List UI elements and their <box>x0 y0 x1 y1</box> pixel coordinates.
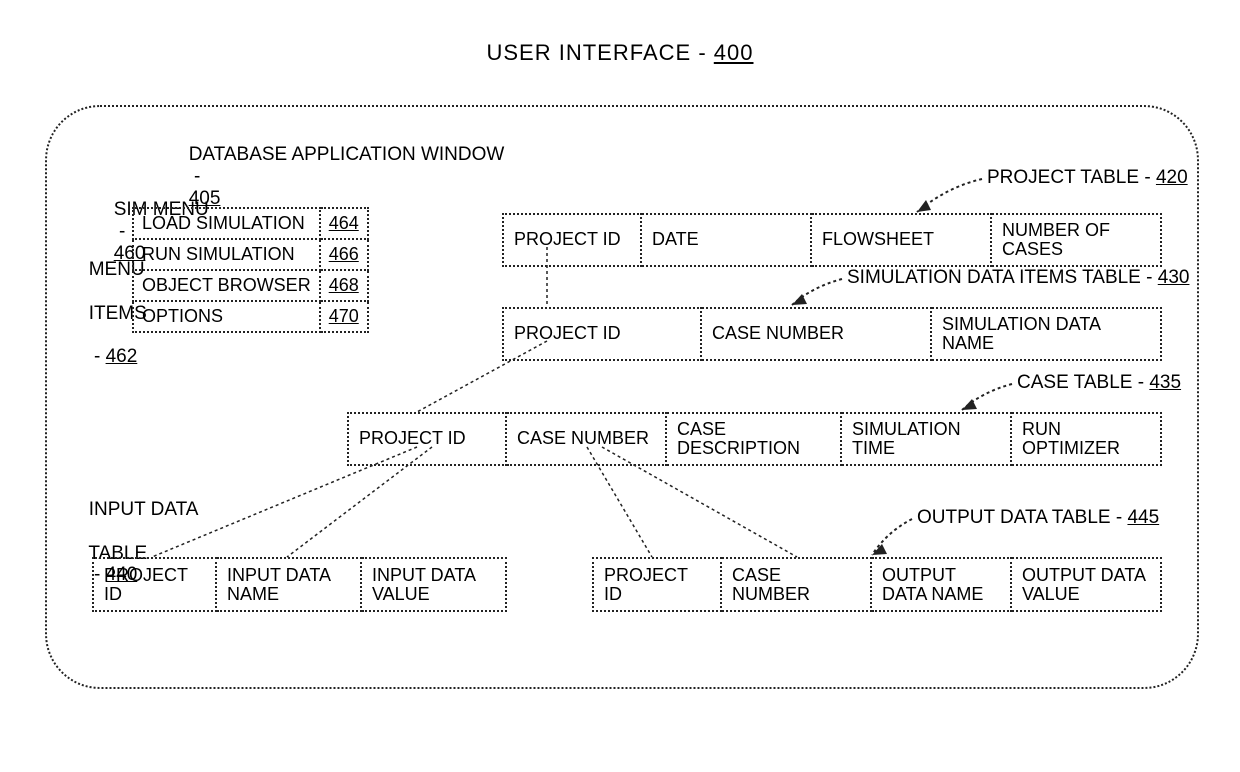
project-table-col: PROJECT ID <box>502 213 642 267</box>
menu-item-object-browser[interactable]: OBJECT BROWSER <box>133 270 320 301</box>
input-data-table-label-l1: INPUT DATA <box>89 499 199 520</box>
menu-item-ref: 466 <box>320 239 368 270</box>
page-title-ref: 400 <box>714 40 754 65</box>
output-data-table-label-text: OUTPUT DATA TABLE <box>917 507 1111 528</box>
project-table-col: DATE <box>642 213 812 267</box>
output-data-col: OUTPUT DATA VALUE <box>1012 557 1162 612</box>
output-data-table-row: PROJECT ID CASE NUMBER OUTPUT DATA NAME … <box>592 557 1162 612</box>
page: USER INTERFACE - 400 DATABASE APPLICATIO… <box>0 0 1240 772</box>
project-table-label-text: PROJECT TABLE <box>987 167 1139 188</box>
case-table-col: CASE DESCRIPTION <box>667 412 842 466</box>
case-table-col: CASE NUMBER <box>507 412 667 466</box>
project-table-label-ref: 420 <box>1156 167 1188 188</box>
sim-menu-table: LOAD SIMULATION 464 RUN SIMULATION 466 O… <box>132 207 369 333</box>
sim-data-items-col: PROJECT ID <box>502 307 702 361</box>
output-data-col: PROJECT ID <box>592 557 722 612</box>
page-title-text: USER INTERFACE <box>487 40 692 65</box>
output-data-col: OUTPUT DATA NAME <box>872 557 1012 612</box>
menu-item-ref: 468 <box>320 270 368 301</box>
output-data-col: CASE NUMBER <box>722 557 872 612</box>
sim-data-items-label-text: SIMULATION DATA ITEMS TABLE <box>847 267 1141 288</box>
sim-data-items-col: CASE NUMBER <box>702 307 932 361</box>
page-title: USER INTERFACE - 400 <box>0 40 1240 66</box>
case-table-row: PROJECT ID CASE NUMBER CASE DESCRIPTION … <box>347 412 1162 466</box>
case-table-col: SIMULATION TIME <box>842 412 1012 466</box>
menu-item-load-simulation[interactable]: LOAD SIMULATION <box>133 208 320 239</box>
sim-data-items-col: SIMULATION DATA NAME <box>932 307 1162 361</box>
sim-data-items-table-row: PROJECT ID CASE NUMBER SIMULATION DATA N… <box>502 307 1162 361</box>
menu-items-label-ref: 462 <box>106 346 138 367</box>
menu-row: OPTIONS 470 <box>133 301 368 332</box>
case-table-label: CASE TABLE - 435 <box>1017 372 1181 394</box>
project-table-label: PROJECT TABLE - 420 <box>987 167 1188 189</box>
project-table-row: PROJECT ID DATE FLOWSHEET NUMBER OF CASE… <box>502 213 1162 267</box>
menu-row: LOAD SIMULATION 464 <box>133 208 368 239</box>
project-table-col: FLOWSHEET <box>812 213 992 267</box>
case-table-col: PROJECT ID <box>347 412 507 466</box>
menu-item-ref: 470 <box>320 301 368 332</box>
menu-row: RUN SIMULATION 466 <box>133 239 368 270</box>
window-label-text: DATABASE APPLICATION WINDOW <box>189 144 505 165</box>
sim-data-items-label-ref: 430 <box>1158 267 1190 288</box>
menu-row: OBJECT BROWSER 468 <box>133 270 368 301</box>
menu-item-options[interactable]: OPTIONS <box>133 301 320 332</box>
case-table-label-ref: 435 <box>1149 372 1181 393</box>
menu-item-ref: 464 <box>320 208 368 239</box>
output-data-table-label: OUTPUT DATA TABLE - 445 <box>917 507 1159 529</box>
input-data-col: INPUT DATA VALUE <box>362 557 507 612</box>
database-application-window: DATABASE APPLICATION WINDOW - 405 SIM ME… <box>45 105 1199 689</box>
input-data-table-row: PROJECT ID INPUT DATA NAME INPUT DATA VA… <box>92 557 507 612</box>
project-table-col: NUMBER OF CASES <box>992 213 1162 267</box>
case-table-label-text: CASE TABLE <box>1017 372 1132 393</box>
sim-data-items-label: SIMULATION DATA ITEMS TABLE - 430 <box>847 267 1189 289</box>
case-table-col: RUN OPTIMIZER <box>1012 412 1162 466</box>
output-data-table-label-ref: 445 <box>1127 507 1159 528</box>
input-data-col: PROJECT ID <box>92 557 217 612</box>
menu-item-run-simulation[interactable]: RUN SIMULATION <box>133 239 320 270</box>
input-data-col: INPUT DATA NAME <box>217 557 362 612</box>
